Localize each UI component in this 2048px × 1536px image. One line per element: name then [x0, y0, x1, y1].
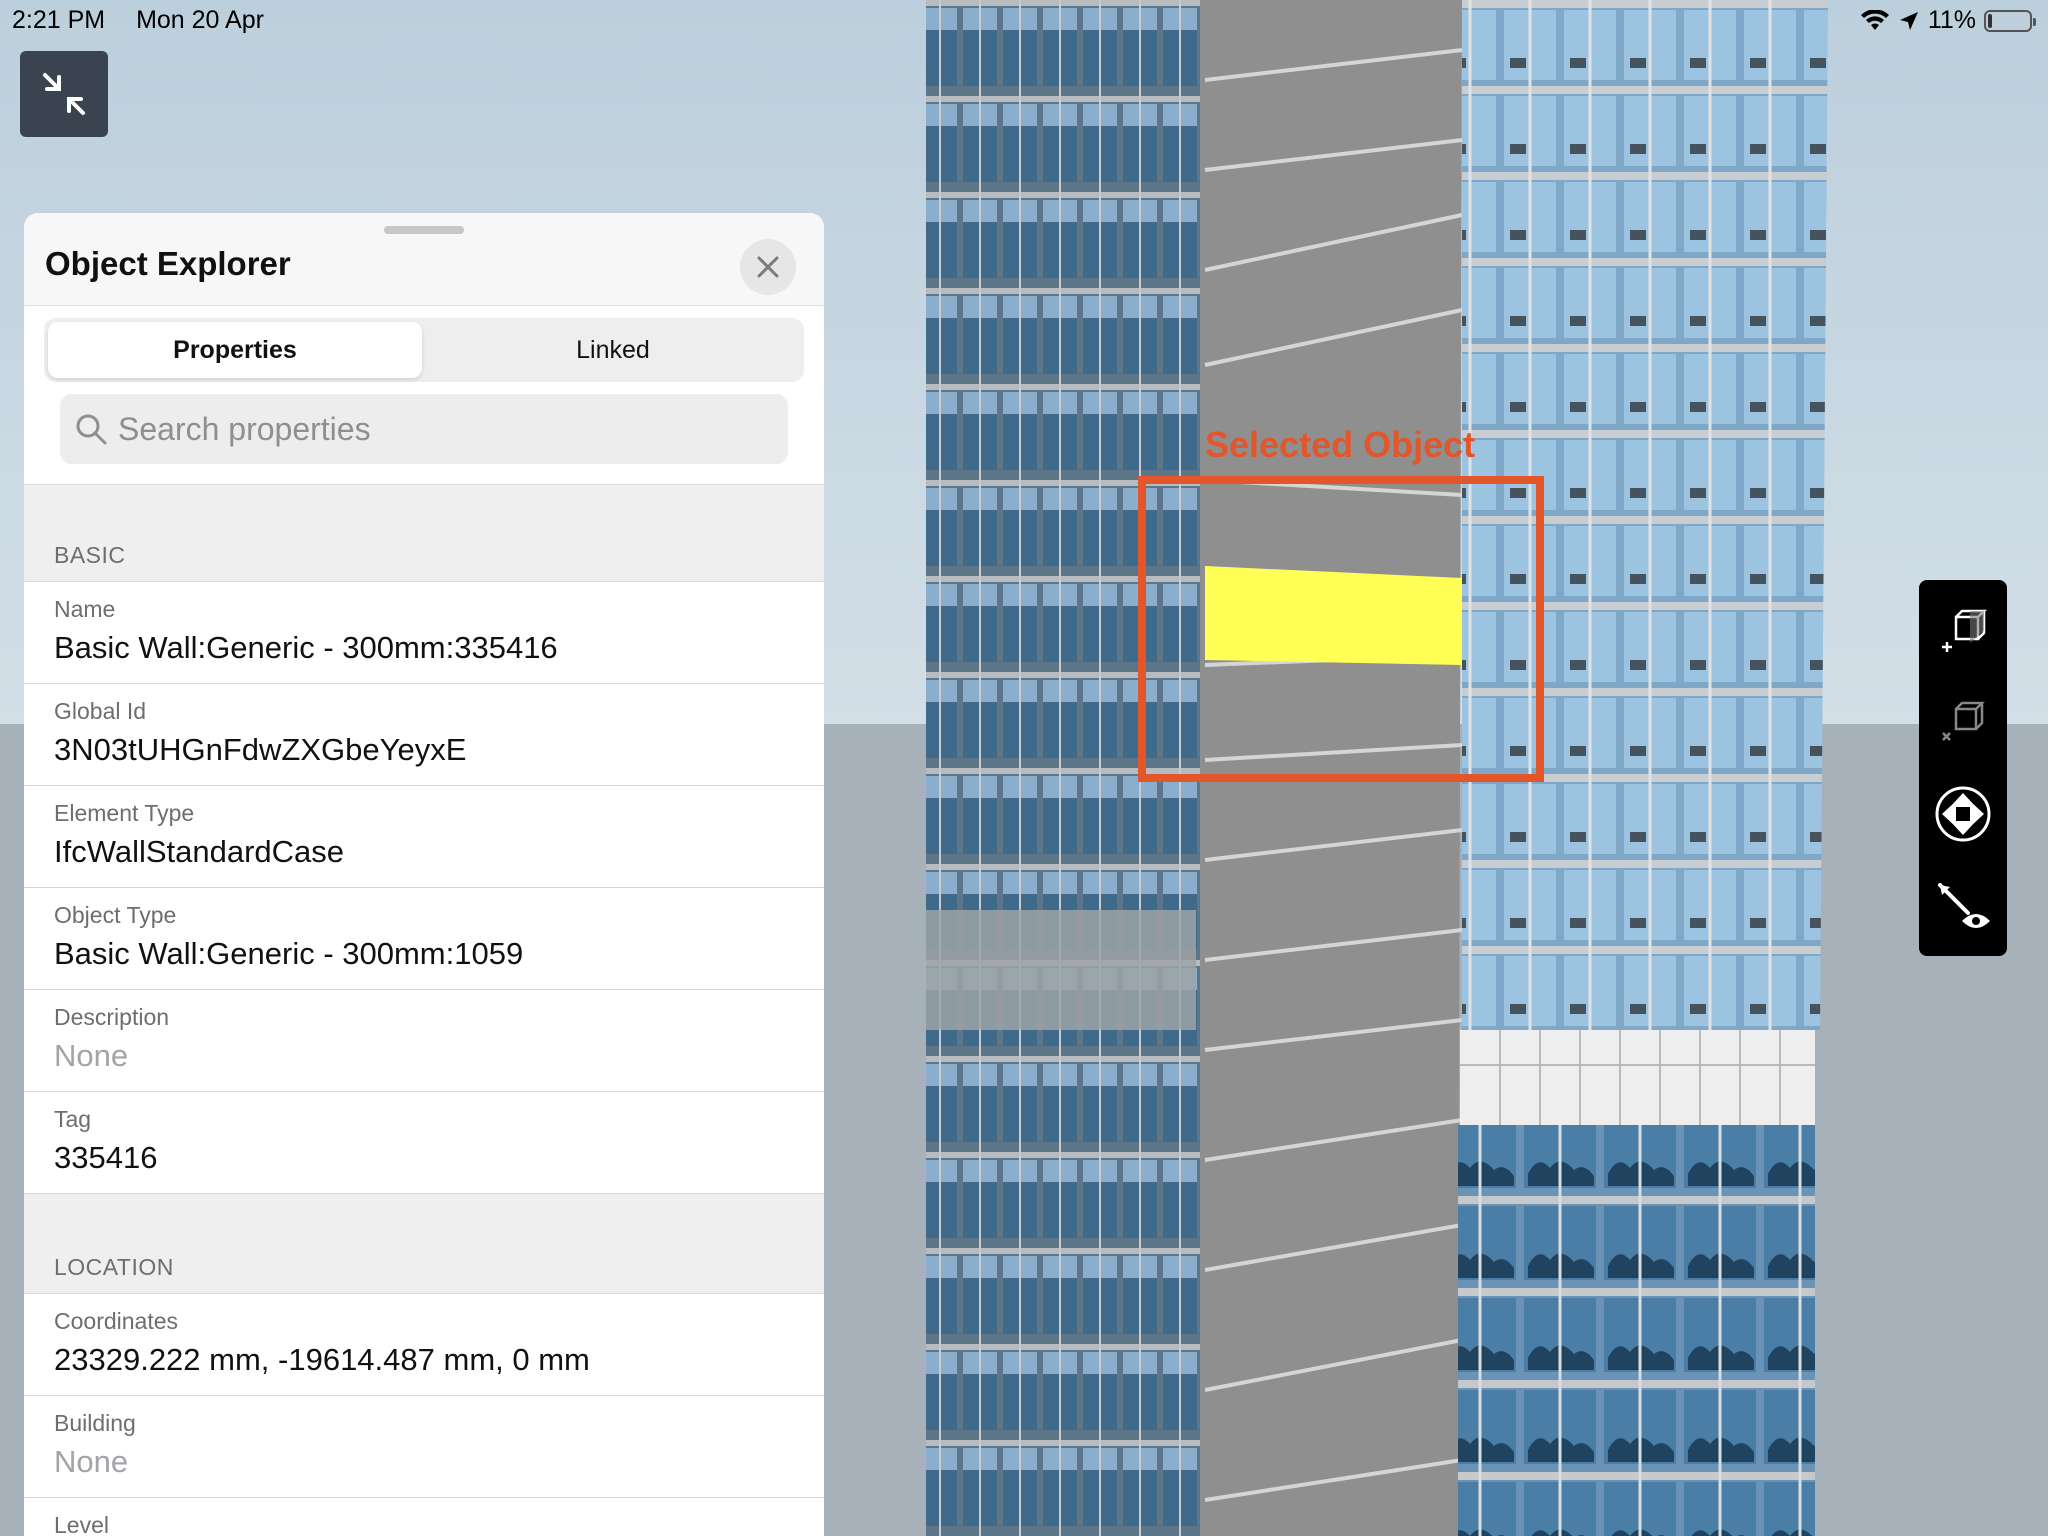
property-value: 23329.222 mm, -19614.487 mm, 0 mm: [54, 1342, 590, 1377]
search-input[interactable]: Search properties: [60, 394, 788, 464]
remove-section-button[interactable]: [1931, 688, 1995, 752]
location-arrow-icon: [1899, 11, 1918, 30]
orbit-navigation-icon: [1935, 786, 1991, 842]
panel-controls: Properties Linked Search properties: [24, 306, 824, 485]
panel-header: Object Explorer: [24, 213, 824, 306]
close-icon: [757, 256, 779, 278]
add-to-section-icon: [1942, 609, 1988, 652]
selected-wall-highlight: [1205, 566, 1462, 665]
property-value: None: [54, 1444, 129, 1479]
object-explorer-panel: Object Explorer Properties Linked Search…: [24, 213, 824, 1536]
measure-visibility-icon: [1938, 883, 1990, 928]
panel-title: Object Explorer: [45, 245, 291, 282]
section-title: LOCATION: [54, 1254, 174, 1280]
remove-from-section-icon: [1942, 701, 1986, 741]
search-placeholder: Search properties: [118, 410, 371, 447]
property-label: Element Type: [54, 800, 195, 826]
property-row-coordinates[interactable]: Coordinates 23329.222 mm, -19614.487 mm,…: [24, 1294, 824, 1396]
property-label: Object Type: [54, 902, 177, 928]
section-header-basic: BASIC: [24, 485, 824, 582]
close-button[interactable]: [740, 239, 796, 295]
status-date: Mon 20 Apr: [136, 6, 264, 34]
property-value: IfcWallStandardCase: [54, 834, 345, 869]
property-label: Tag: [54, 1106, 92, 1132]
search-icon: [74, 412, 108, 446]
status-time: 2:21 PM: [12, 6, 106, 34]
minimize-arrows-icon: [43, 73, 85, 115]
property-value: None: [54, 1038, 129, 1073]
status-bar-left: 2:21 PM Mon 20 Apr: [12, 6, 288, 35]
property-row-object-type[interactable]: Object Type Basic Wall:Generic - 300mm:1…: [24, 888, 824, 990]
property-label: Coordinates: [54, 1308, 179, 1334]
property-row-description[interactable]: Description None: [24, 990, 824, 1092]
viewer-toolbar: [1919, 580, 2007, 956]
status-bar-right: 11%: [1860, 6, 2036, 35]
minimize-button[interactable]: [20, 51, 108, 137]
drag-handle[interactable]: [384, 226, 464, 234]
property-label: Description: [54, 1004, 170, 1030]
property-row-tag[interactable]: Tag 335416: [24, 1092, 824, 1194]
property-row-level[interactable]: Level: [24, 1498, 824, 1536]
property-value: 335416: [54, 1140, 158, 1175]
property-value: 3N03tUHGnFdwZXGbeYeyxE: [54, 732, 467, 767]
selected-object-annotation: Selected Object: [1205, 424, 1476, 465]
property-label: Building: [54, 1410, 136, 1436]
tab-switcher: Properties Linked: [44, 318, 804, 382]
property-label: Global Id: [54, 698, 147, 724]
property-row-global-id[interactable]: Global Id 3N03tUHGnFdwZXGbeYeyxE: [24, 684, 824, 786]
battery-icon: [1984, 9, 2036, 32]
add-section-button[interactable]: [1931, 598, 1995, 662]
orbit-button[interactable]: [1931, 782, 1995, 846]
property-row-element-type[interactable]: Element Type IfcWallStandardCase: [24, 786, 824, 888]
property-label: Name: [54, 596, 116, 622]
property-row-building[interactable]: Building None: [24, 1396, 824, 1498]
property-value: Basic Wall:Generic - 300mm:335416: [54, 630, 558, 665]
tab-linked[interactable]: Linked: [426, 322, 800, 378]
property-value: Basic Wall:Generic - 300mm:1059: [54, 936, 524, 971]
wifi-icon: [1860, 9, 1889, 30]
property-row-name[interactable]: Name Basic Wall:Generic - 300mm:335416: [24, 582, 824, 684]
battery-percent: 11%: [1927, 6, 1976, 34]
tab-properties[interactable]: Properties: [48, 322, 422, 378]
measure-button[interactable]: [1931, 876, 1995, 940]
section-header-location: LOCATION: [24, 1194, 824, 1294]
property-label: Level: [54, 1512, 109, 1536]
section-title: BASIC: [54, 542, 126, 568]
